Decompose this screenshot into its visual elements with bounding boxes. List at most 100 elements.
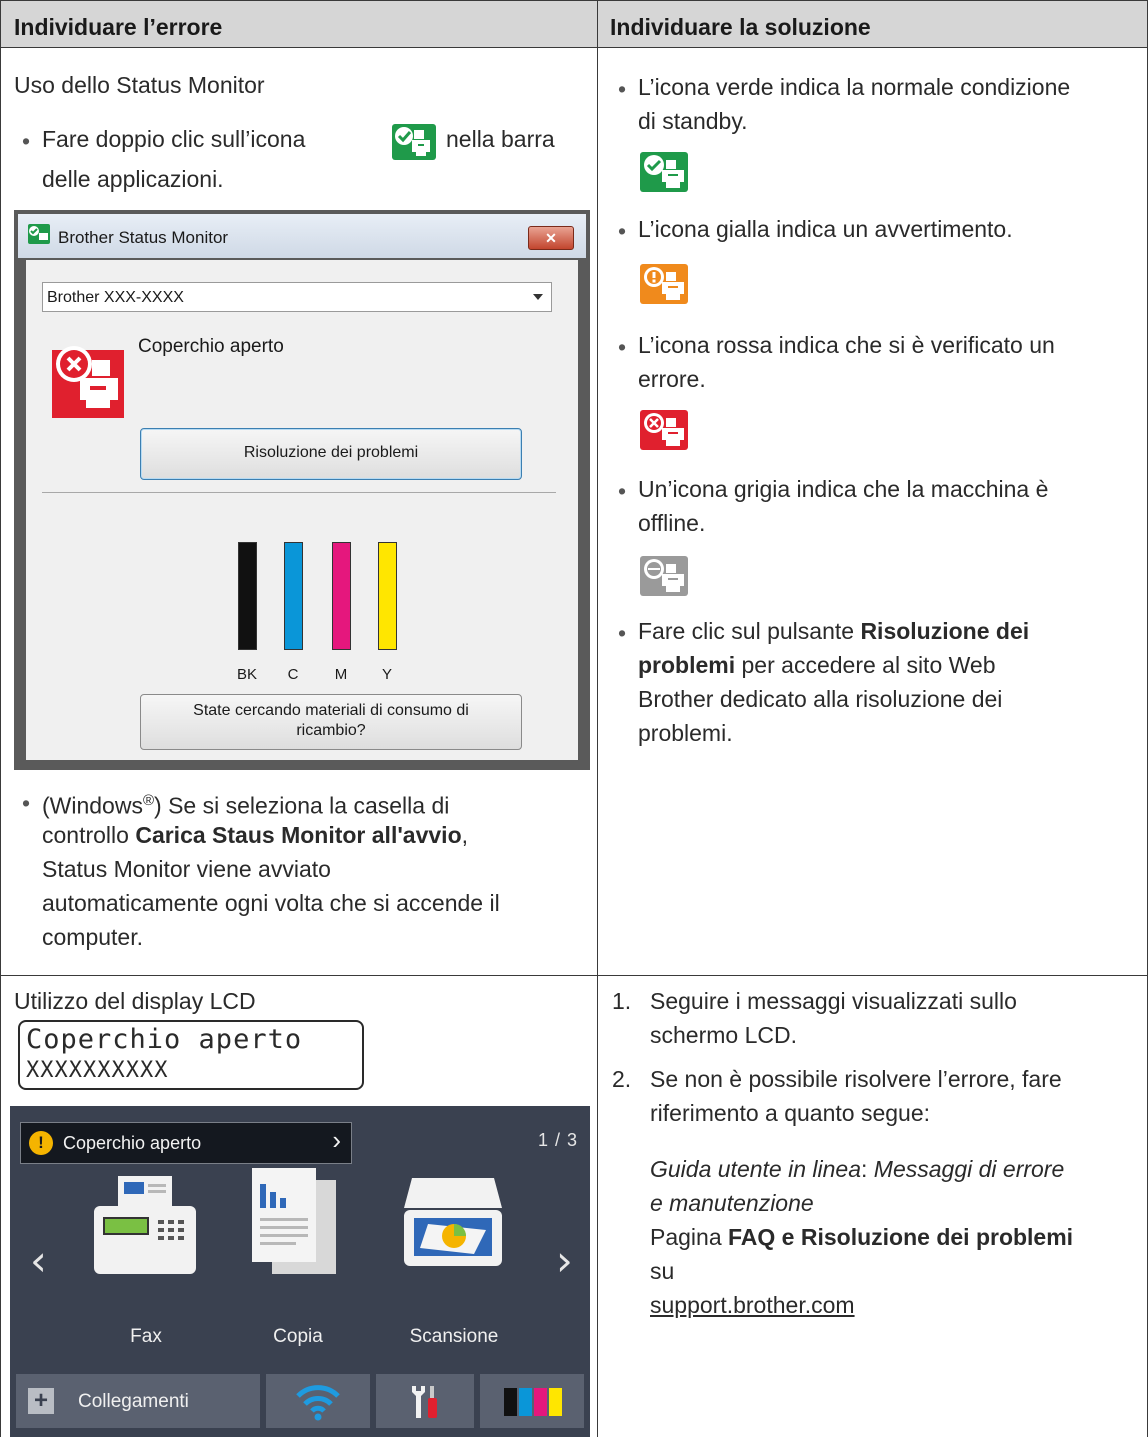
- wifi-icon: [294, 1382, 342, 1422]
- red-icon-text-1: L’icona rossa indica che si è verificato…: [638, 332, 1055, 358]
- step2-line2: riferimento a quanto segue:: [650, 1100, 931, 1126]
- printer-select[interactable]: Brother XXX-XXXX: [42, 282, 552, 312]
- ink-bar-y: [378, 542, 397, 650]
- bullet: •: [618, 478, 627, 504]
- bullet: •: [618, 218, 627, 244]
- table-border-left: [0, 0, 1, 1437]
- windows-note-line1-pre: (Windows: [42, 792, 143, 819]
- bullet: •: [22, 128, 31, 154]
- troubleshoot-text-2: problemi per accedere al sito Web: [638, 648, 996, 682]
- windows-note-line2: controllo Carica Staus Monitor all'avvio…: [42, 818, 468, 852]
- reference-line1: Guida utente in linea: Messaggi di error…: [650, 1152, 1064, 1186]
- grey-icon-text-1: Un’icona grigia indica che la macchina è: [638, 476, 1049, 502]
- warning-icon: !: [29, 1131, 53, 1155]
- windows-note-line5: computer.: [42, 924, 143, 950]
- reference-colon: :: [861, 1156, 874, 1182]
- device-status-text: Coperchio aperto: [138, 336, 284, 357]
- startup-option-name: Carica Staus Monitor all'avvio: [135, 822, 462, 848]
- step2-line1: Se non è possibile risolvere l’errore, f…: [650, 1066, 1062, 1092]
- troubleshoot-text-1-bold: Risoluzione dei: [860, 618, 1030, 644]
- troubleshoot-text-2-post: per accedere al sito Web: [735, 652, 996, 678]
- fax-icon[interactable]: [90, 1172, 200, 1282]
- status-monitor-window: Brother Status Monitor ✕ Brother XXX-XXX…: [14, 210, 590, 770]
- bullet: •: [618, 620, 627, 646]
- supplies-button-line1: State cercando materiali di consumo di: [193, 702, 469, 719]
- bullet1-text-c: delle applicazioni.: [42, 166, 224, 192]
- supplies-button[interactable]: State cercando materiali di consumo di r…: [140, 694, 522, 750]
- troubleshooting-button-label: Risoluzione dei problemi: [243, 444, 419, 461]
- scan-icon[interactable]: [398, 1170, 508, 1280]
- window-title: Brother Status Monitor: [58, 228, 229, 247]
- prev-page-button[interactable]: ‹: [30, 1236, 47, 1285]
- shortcuts-label: Collegamenti: [78, 1391, 189, 1412]
- divider: [42, 492, 556, 493]
- faq-line: Pagina FAQ e Risoluzione dei problemi: [650, 1220, 1073, 1254]
- bullet1-text-a: Fare doppio clic sull’icona: [42, 126, 306, 152]
- header-divider: [0, 47, 1148, 48]
- app-label-scan: Scansione: [409, 1326, 499, 1347]
- windows-note-line1-post: ) Se si seleziona la casella di: [154, 792, 450, 819]
- ink-status-button[interactable]: [480, 1374, 584, 1428]
- printer-select-value: Brother XXX-XXXX: [47, 289, 184, 306]
- lcd-section-title: Utilizzo del display LCD: [14, 988, 256, 1014]
- error-printer-icon: [52, 342, 124, 418]
- status-error-icon: [640, 410, 688, 450]
- troubleshooting-button[interactable]: Risoluzione dei problemi: [140, 428, 522, 480]
- troubleshooting-table: Individuare l’errore Individuare la solu…: [0, 0, 1148, 1437]
- error-alert-text: Coperchio aperto: [63, 1133, 202, 1153]
- header-col-error: Individuare l’errore: [14, 14, 223, 40]
- troubleshoot-text-1: Fare clic sul pulsante Risoluzione dei: [638, 614, 1029, 648]
- window-title-bar: Brother Status Monitor ✕: [18, 214, 586, 258]
- header-col-solution: Individuare la soluzione: [610, 14, 871, 40]
- tray-status-icon: [392, 124, 436, 160]
- lcd-line2: XXXXXXXXXX: [26, 1058, 169, 1083]
- bullet: •: [22, 790, 31, 816]
- windows-note-line4: automaticamente ogni volta che si accend…: [42, 890, 500, 916]
- windows-note-line2-post: ,: [461, 822, 469, 848]
- column-divider: [597, 0, 598, 1437]
- status-ok-icon: [640, 152, 688, 192]
- wrench-screwdriver-icon: [408, 1384, 444, 1420]
- copy-icon[interactable]: [246, 1164, 346, 1284]
- lcd-line1: Coperchio aperto: [26, 1024, 303, 1055]
- step1-line2: schermo LCD.: [650, 1022, 797, 1048]
- close-button[interactable]: ✕: [528, 226, 574, 250]
- faq-pre: Pagina: [650, 1224, 729, 1250]
- plus-icon: +: [28, 1388, 54, 1414]
- ink-label-bk: BK: [236, 666, 257, 683]
- ink-label-m: M: [334, 666, 348, 683]
- troubleshoot-text-4: problemi.: [638, 720, 733, 746]
- reference-topic-b: e manutenzione: [650, 1190, 814, 1216]
- green-icon-text-1: L’icona verde indica la normale condizio…: [638, 74, 1071, 100]
- chevron-right-icon: ›: [332, 1125, 341, 1155]
- error-alert-bar[interactable]: ! Coperchio aperto ›: [20, 1122, 352, 1164]
- page-indicator: 1 / 3: [537, 1130, 578, 1150]
- troubleshoot-text-1-pre: Fare clic sul pulsante: [638, 618, 861, 644]
- support-link[interactable]: support.brother.com: [650, 1288, 855, 1322]
- next-page-button[interactable]: ›: [556, 1236, 573, 1285]
- registered-mark: ®: [142, 792, 155, 809]
- bullet1-text-b: nella barra: [446, 126, 555, 152]
- row-divider: [0, 975, 1148, 976]
- bullet: •: [618, 334, 627, 360]
- ink-levels-icon: [504, 1388, 564, 1416]
- status-offline-icon: [640, 556, 688, 596]
- settings-button[interactable]: [376, 1374, 474, 1428]
- windows-note-line1: (Windows®) Se si seleziona la casella di: [42, 784, 449, 823]
- reference-topic-a: Messaggi di errore: [873, 1156, 1065, 1182]
- step1-line1: Seguire i messaggi visualizzati sullo: [650, 988, 1017, 1014]
- windows-note-line2-pre: controllo: [42, 822, 136, 848]
- shortcuts-button[interactable]: + Collegamenti: [16, 1374, 260, 1428]
- troubleshoot-text-2-bold: problemi: [638, 652, 736, 678]
- ink-label-c: C: [287, 666, 299, 683]
- yellow-icon-text: L’icona gialla indica un avvertimento.: [638, 216, 1013, 242]
- faq-bold: FAQ e Risoluzione dei problemi: [728, 1224, 1074, 1250]
- status-monitor-title: Uso dello Status Monitor: [14, 72, 265, 98]
- windows-note-line3: Status Monitor viene avviato: [42, 856, 331, 882]
- ink-label-y: Y: [381, 666, 392, 683]
- wifi-button[interactable]: [266, 1374, 370, 1428]
- ink-bar-bk: [238, 542, 257, 650]
- app-label-fax: Fax: [130, 1326, 162, 1347]
- green-icon-text-2: di standby.: [638, 108, 748, 134]
- step2-number: 2.: [612, 1066, 632, 1092]
